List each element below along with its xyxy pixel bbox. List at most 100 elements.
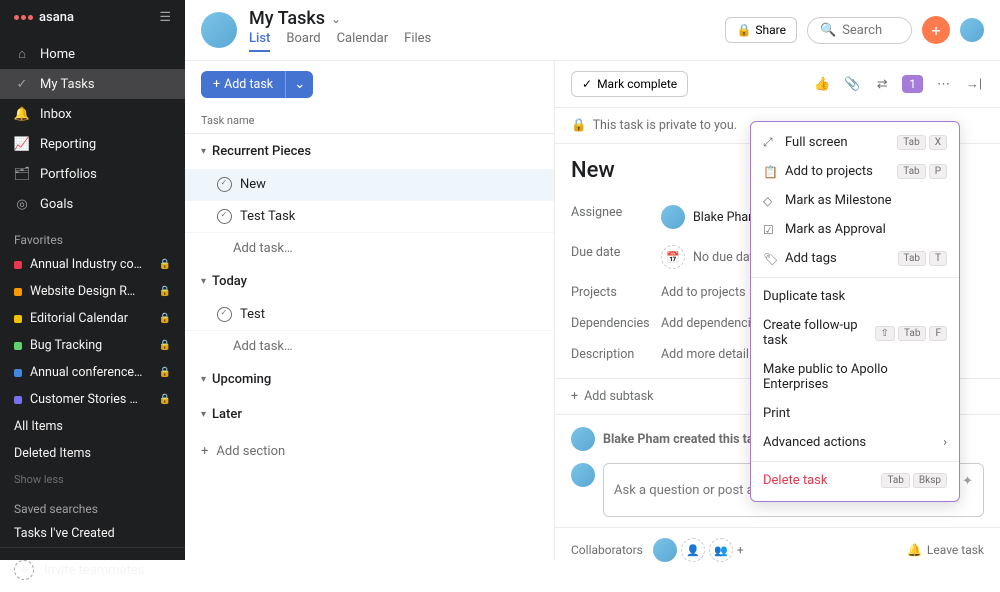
- add-collaborator-icon[interactable]: 👥: [709, 538, 733, 562]
- nav-inbox[interactable]: 🔔Inbox: [0, 99, 185, 129]
- deleted-items[interactable]: Deleted Items: [0, 440, 185, 467]
- home-icon: ⌂: [14, 46, 30, 62]
- profile-avatar[interactable]: [960, 18, 984, 42]
- favorite-item[interactable]: Annual conference…🔒: [0, 359, 185, 386]
- expand-icon: ⤢: [763, 135, 777, 150]
- favorite-item[interactable]: Website Design R…🔒: [0, 278, 185, 305]
- favorite-item[interactable]: Customer Stories …🔒: [0, 386, 185, 413]
- add-section-button[interactable]: +Add section: [185, 432, 554, 471]
- like-icon[interactable]: 👍: [812, 77, 832, 92]
- menu-add-projects[interactable]: 📋Add to projectsTabP: [751, 157, 959, 186]
- nav-home[interactable]: ⌂Home: [0, 39, 185, 69]
- show-less[interactable]: Show less: [0, 467, 185, 492]
- saved-search-item[interactable]: Tasks I've Created: [0, 520, 185, 547]
- tab-files[interactable]: Files: [404, 31, 431, 52]
- collaborator-avatar[interactable]: [653, 538, 677, 562]
- search-icon: 🔍: [820, 23, 836, 38]
- lock-icon: 🔒: [159, 259, 171, 270]
- nav-my-tasks[interactable]: ✓My Tasks: [0, 69, 185, 99]
- star-icon[interactable]: ✦: [962, 474, 973, 490]
- tag-icon: 🏷: [763, 252, 777, 266]
- page-title[interactable]: My Tasks⌄: [249, 8, 431, 29]
- add-task-inline[interactable]: Add task…: [185, 233, 554, 264]
- task-row[interactable]: Test: [185, 299, 554, 331]
- all-items[interactable]: All Items: [0, 413, 185, 440]
- complete-toggle[interactable]: [217, 209, 232, 224]
- section-today[interactable]: ▾Today: [185, 264, 554, 299]
- add-collaborator-button[interactable]: +: [737, 543, 744, 557]
- task-row[interactable]: New: [185, 169, 554, 201]
- menu-add-tags[interactable]: 🏷Add tagsTabT: [751, 244, 959, 273]
- search-input[interactable]: [842, 23, 899, 38]
- menu-full-screen[interactable]: ⤢Full screenTabX: [751, 128, 959, 157]
- folder-icon: 🗂: [14, 166, 30, 182]
- invite-teammates[interactable]: + Invite teammates: [0, 547, 185, 592]
- search-box[interactable]: 🔍: [807, 17, 912, 44]
- tab-board[interactable]: Board: [286, 31, 320, 52]
- favorite-item[interactable]: Editorial Calendar 🔒: [0, 305, 185, 332]
- subtask-icon[interactable]: ⇄: [872, 77, 892, 92]
- add-task-dropdown[interactable]: ⌄: [285, 71, 313, 98]
- add-task-button[interactable]: +Add task: [201, 71, 285, 98]
- menu-advanced[interactable]: Advanced actions›: [751, 428, 959, 457]
- section-later[interactable]: ▾Later: [185, 397, 554, 432]
- due-date-value[interactable]: 📅No due date: [661, 245, 760, 269]
- complete-toggle[interactable]: [217, 307, 232, 322]
- global-add-button[interactable]: +: [922, 16, 950, 44]
- check-circle-icon: ✓: [14, 76, 30, 92]
- menu-make-public[interactable]: Make public to Apollo Enterprises: [751, 355, 959, 399]
- favorite-label: Customer Stories …: [30, 392, 151, 407]
- activity-avatar: [571, 427, 595, 451]
- project-color-dot: [14, 342, 22, 350]
- menu-duplicate[interactable]: Duplicate task: [751, 282, 959, 311]
- share-button[interactable]: 🔒Share: [725, 17, 797, 43]
- project-color-dot: [14, 315, 22, 323]
- description-value[interactable]: Add more detail: [661, 347, 749, 362]
- add-collaborator-icon[interactable]: 👤: [681, 538, 705, 562]
- due-date-label: Due date: [571, 245, 661, 269]
- milestone-icon: ◇: [763, 194, 777, 208]
- user-avatar[interactable]: [201, 12, 237, 48]
- mark-complete-button[interactable]: ✓Mark complete: [571, 71, 688, 97]
- project-color-dot: [14, 288, 22, 296]
- menu-print[interactable]: Print: [751, 399, 959, 428]
- section-recurrent[interactable]: ▾Recurrent Pieces: [185, 134, 554, 169]
- favorite-label: Editorial Calendar: [30, 311, 151, 326]
- clipboard-icon: 📋: [763, 165, 777, 179]
- subtask-count-badge[interactable]: 1: [902, 75, 923, 93]
- favorites-heading: Favorites: [0, 223, 185, 251]
- complete-toggle[interactable]: [217, 177, 232, 192]
- favorite-label: Bug Tracking: [30, 338, 151, 353]
- favorite-item[interactable]: Bug Tracking 🔒: [0, 332, 185, 359]
- dependencies-value[interactable]: Add dependencies: [661, 316, 764, 331]
- add-task-inline[interactable]: Add task…: [185, 331, 554, 362]
- logo[interactable]: asana: [14, 10, 74, 25]
- tab-calendar[interactable]: Calendar: [337, 31, 389, 52]
- menu-milestone[interactable]: ◇Mark as Milestone: [751, 186, 959, 215]
- menu-toggle-icon[interactable]: ☰: [159, 10, 171, 25]
- lock-icon: 🔒: [159, 340, 171, 351]
- project-color-dot: [14, 369, 22, 377]
- assignee-value[interactable]: Blake Pham: [661, 205, 759, 229]
- assignee-avatar: [661, 205, 685, 229]
- tab-list[interactable]: List: [249, 31, 270, 52]
- nav-portfolios[interactable]: 🗂Portfolios: [0, 159, 185, 189]
- attachment-icon[interactable]: 📎: [842, 77, 862, 92]
- menu-approval[interactable]: ☑Mark as Approval: [751, 215, 959, 244]
- menu-delete[interactable]: Delete taskTabBksp: [751, 466, 959, 495]
- lock-icon: 🔒: [159, 313, 171, 324]
- task-row[interactable]: Test Task: [185, 201, 554, 233]
- favorite-item[interactable]: Annual Industry co…🔒: [0, 251, 185, 278]
- menu-followup[interactable]: Create follow-up task⇧TabF: [751, 311, 959, 355]
- close-panel-icon[interactable]: →|: [964, 76, 984, 92]
- section-upcoming[interactable]: ▾Upcoming: [185, 362, 554, 397]
- leave-task-button[interactable]: 🔔Leave task: [907, 543, 984, 557]
- chevron-down-icon: ⌄: [331, 12, 341, 26]
- invite-icon: +: [14, 560, 34, 580]
- nav-goals[interactable]: ◎Goals: [0, 189, 185, 219]
- projects-value[interactable]: Add to projects: [661, 285, 746, 300]
- task-detail-pane: ✓Mark complete 👍 📎 ⇄ 1 ⋯ →| 🔒This task i…: [555, 61, 1000, 560]
- nav-reporting[interactable]: 📈Reporting: [0, 129, 185, 159]
- project-color-dot: [14, 261, 22, 269]
- more-actions-button[interactable]: ⋯: [933, 75, 954, 94]
